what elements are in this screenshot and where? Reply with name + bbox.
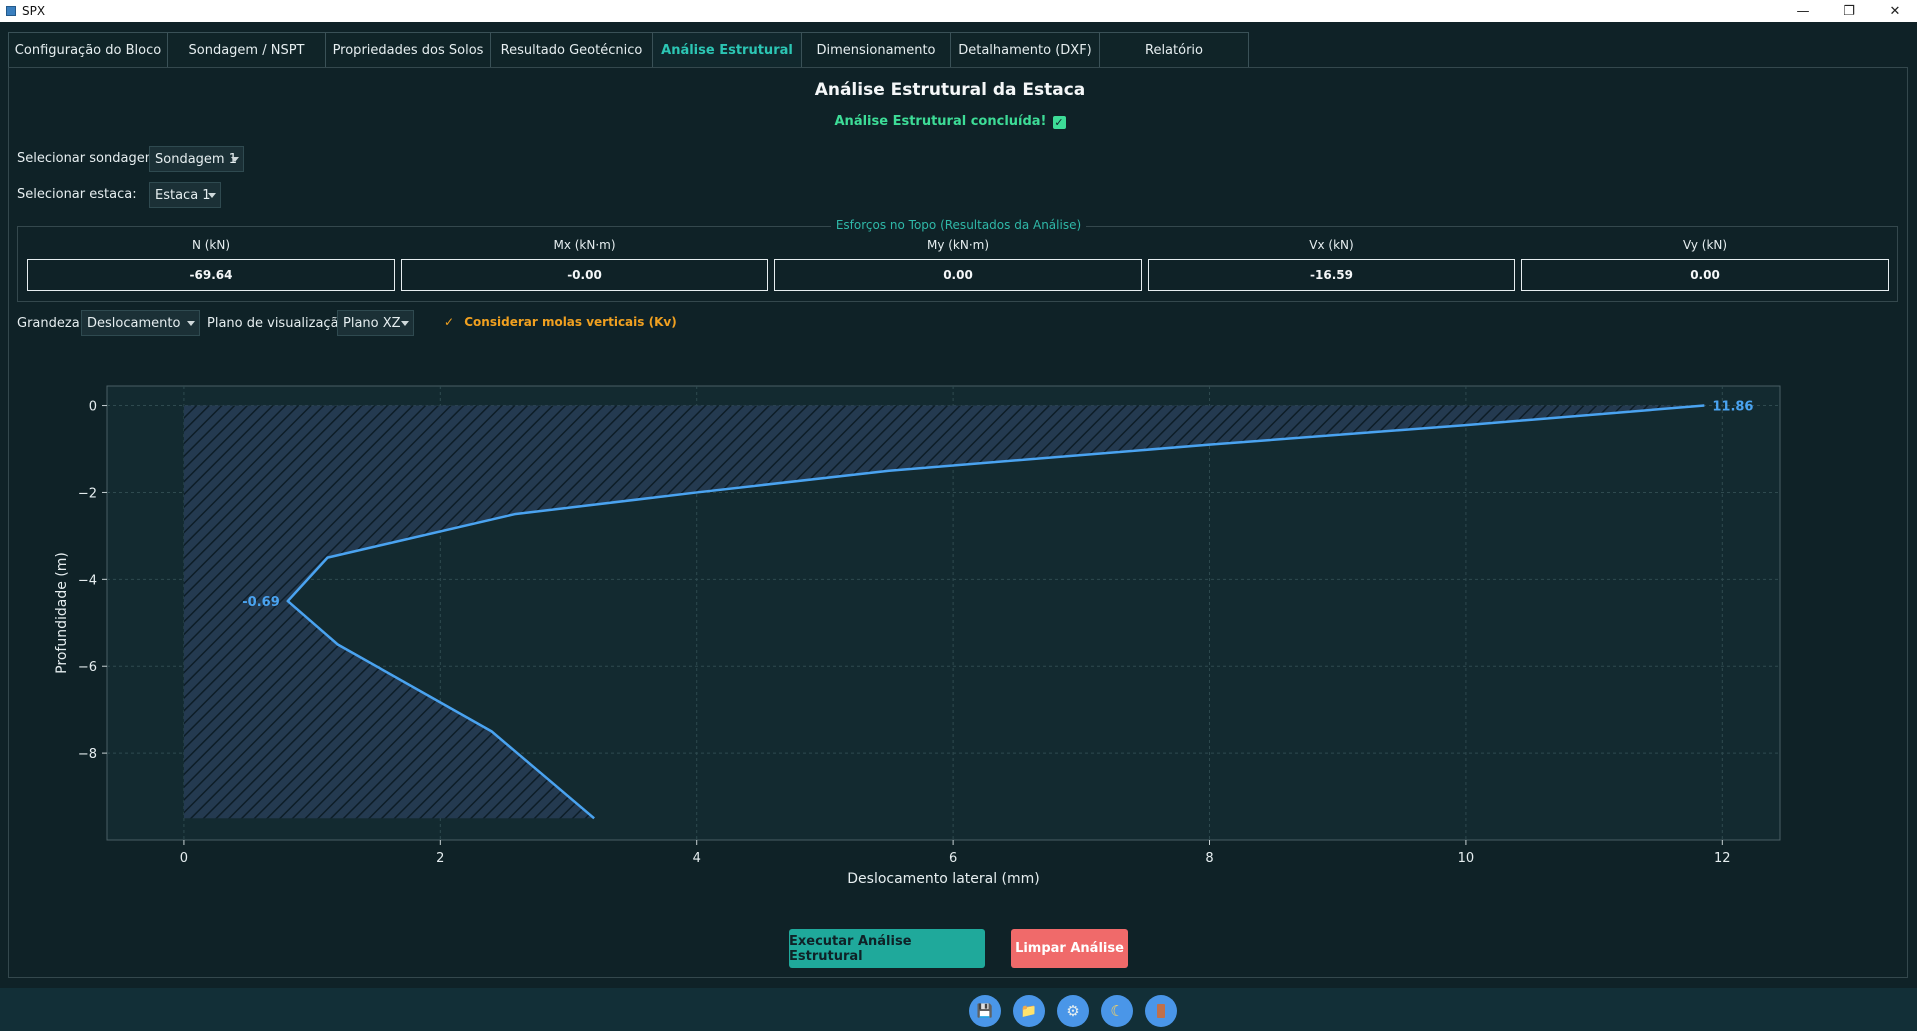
y-tick-label: 0 <box>89 400 97 415</box>
x-tick-label: 4 <box>693 851 701 866</box>
sondagem-select-value: Sondagem 1 <box>155 151 237 167</box>
save-button[interactable]: 💾 <box>969 995 1001 1027</box>
effort-my-value: 0.00 <box>774 259 1142 291</box>
effort-n-label: N (kN) <box>191 238 231 252</box>
effort-vx-label: Vx (kN) <box>1309 238 1354 252</box>
grandeza-label: Grandeza: <box>17 316 85 331</box>
open-button[interactable]: 📁 <box>1013 995 1045 1027</box>
effort-mx-value: -0.00 <box>401 259 768 291</box>
chevron-down-icon <box>401 321 409 326</box>
sondagem-select[interactable]: Sondagem 1 <box>149 146 244 172</box>
bottom-toolbar <box>0 988 1917 1031</box>
tab-detalhamento-dxf[interactable]: Detalhamento (DXF) <box>950 32 1100 67</box>
tab-sondagem-nspt[interactable]: Sondagem / NSPT <box>167 32 326 67</box>
x-tick-label: 10 <box>1458 851 1475 866</box>
kv-label: Considerar molas verticais (Kv) <box>464 315 677 329</box>
x-tick-label: 12 <box>1714 851 1731 866</box>
restore-button[interactable]: ❐ <box>1826 0 1872 22</box>
check-icon: ✓ <box>1052 116 1066 129</box>
exit-button[interactable] <box>1145 995 1177 1027</box>
grandeza-select[interactable]: Deslocamento <box>81 310 200 336</box>
grandeza-select-value: Deslocamento <box>87 315 181 331</box>
tab-relatorio[interactable]: Relatório <box>1099 32 1249 67</box>
effort-n-value: -69.64 <box>27 259 395 291</box>
app-icon <box>6 6 16 16</box>
y-axis-label: Profundidade (m) <box>54 552 70 674</box>
run-analysis-button[interactable]: Executar Análise Estrutural <box>789 929 985 968</box>
save-icon: 💾 <box>976 1003 994 1019</box>
close-button[interactable]: ✕ <box>1872 0 1917 22</box>
status-message: Análise Estrutural concluída! ✓ <box>0 114 1900 129</box>
status-text: Análise Estrutural concluída! <box>834 114 1047 129</box>
tab-bar: Configuração do Bloco Sondagem / NSPT Pr… <box>8 32 1249 67</box>
effort-vx-value: -16.59 <box>1148 259 1515 291</box>
y-tick-label: −6 <box>78 660 97 675</box>
x-axis-label: Deslocamento lateral (mm) <box>847 871 1040 887</box>
estaca-label: Selecionar estaca: <box>17 187 137 202</box>
plano-select-value: Plano XZ <box>343 315 401 331</box>
effort-vy-value: 0.00 <box>1521 259 1889 291</box>
y-tick-label: −4 <box>78 573 97 588</box>
tab-configuracao-do-bloco[interactable]: Configuração do Bloco <box>8 32 168 67</box>
x-tick-label: 2 <box>436 851 444 866</box>
data-label: -0.69 <box>242 595 279 610</box>
x-tick-label: 6 <box>949 851 957 866</box>
y-tick-label: −2 <box>78 486 97 501</box>
data-label: 11.86 <box>1712 400 1753 415</box>
clear-analysis-button[interactable]: Limpar Análise <box>1011 929 1128 968</box>
chevron-down-icon <box>231 157 239 162</box>
theme-button[interactable]: ☾ <box>1101 995 1133 1027</box>
plano-label: Plano de visualização: <box>207 316 351 331</box>
y-tick-label: −8 <box>78 747 97 762</box>
check-icon: ✓ <box>444 315 455 329</box>
folder-icon: 📁 <box>1020 1003 1038 1019</box>
estaca-select-value: Estaca 1 <box>155 187 211 203</box>
window-title: SPX <box>22 4 46 18</box>
chevron-down-icon <box>187 321 195 326</box>
minimize-button[interactable]: — <box>1780 0 1826 22</box>
tab-analise-estrutural[interactable]: Análise Estrutural <box>652 32 802 67</box>
efforts-group-title: Esforços no Topo (Resultados da Análise) <box>0 218 1917 232</box>
effort-my-label: My (kN·m) <box>926 238 990 252</box>
estaca-select[interactable]: Estaca 1 <box>149 182 221 208</box>
sondagem-label: Selecionar sondagem: <box>17 151 162 166</box>
kv-checkbox[interactable]: ✓ Considerar molas verticais (Kv) <box>444 315 677 329</box>
efforts-group-title-text: Esforços no Topo (Resultados da Análise) <box>830 218 1087 232</box>
title-bar: SPX — ❐ ✕ <box>0 0 1917 22</box>
x-tick-label: 0 <box>180 851 188 866</box>
chevron-down-icon <box>208 193 216 198</box>
exit-icon <box>1157 1004 1165 1018</box>
effort-vy-label: Vy (kN) <box>1682 238 1728 252</box>
tab-propriedades-dos-solos[interactable]: Propriedades dos Solos <box>325 32 491 67</box>
tab-dimensionamento[interactable]: Dimensionamento <box>801 32 951 67</box>
effort-mx-label: Mx (kN·m) <box>553 238 616 252</box>
tab-resultado-geotecnico[interactable]: Resultado Geotécnico <box>490 32 653 67</box>
x-tick-label: 8 <box>1205 851 1213 866</box>
settings-button[interactable]: ⚙ <box>1057 995 1089 1027</box>
moon-icon: ☾ <box>1110 1002 1124 1020</box>
gear-icon: ⚙ <box>1066 1002 1080 1020</box>
displacement-chart: 0 2 4 6 8 10 12 0 −2 −4 −6 −8 Deslocamento lateral (… <box>54 385 1781 887</box>
page-title: Análise Estrutural da Estaca <box>814 80 1086 100</box>
plano-select[interactable]: Plano XZ <box>337 310 414 336</box>
